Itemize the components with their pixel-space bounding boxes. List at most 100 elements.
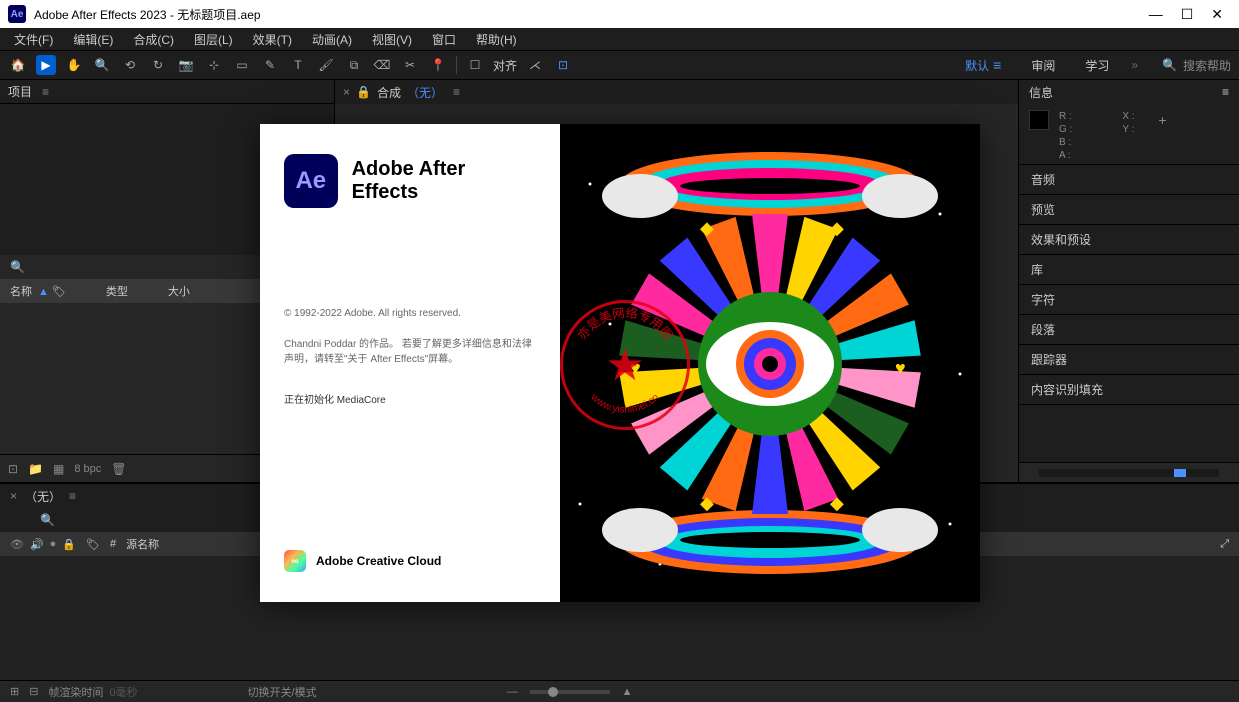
bpc-label[interactable]: 8 bpc <box>74 463 101 475</box>
info-panel: 信息 ≡ R : G : B : A : X : Y : + <box>1019 80 1239 165</box>
workspace-default[interactable]: 默认 <box>957 55 1009 76</box>
splash-title: Adobe After Effects <box>352 158 536 204</box>
panel-preview[interactable]: 预览 <box>1019 195 1239 225</box>
panel-menu-icon[interactable]: ≡ <box>42 85 49 99</box>
panel-audio[interactable]: 音频 <box>1019 165 1239 195</box>
right-panel-scroll[interactable] <box>1019 462 1239 482</box>
lock-icon[interactable]: 🔒 <box>356 85 371 99</box>
text-tool-icon[interactable]: T <box>288 55 308 75</box>
comp-panel-title: 合成 <box>377 84 401 101</box>
menu-effect[interactable]: 效果(T) <box>245 29 300 50</box>
expand-icon[interactable]: ⤢ <box>1220 538 1229 551</box>
menu-animation[interactable]: 动画(A) <box>304 29 360 50</box>
brush-tool-icon[interactable]: 🖌 <box>316 55 336 75</box>
frame-render-ms: 0毫秒 <box>109 684 137 700</box>
panel-tracker[interactable]: 跟踪器 <box>1019 345 1239 375</box>
workspace-learn[interactable]: 学习 <box>1077 55 1117 76</box>
col-name[interactable]: 名称▲ 🏷 <box>10 283 66 299</box>
svg-text:亦是美网络专用图: 亦是美网络专用图 <box>574 305 675 342</box>
zoom-tool-icon[interactable]: 🔍 <box>92 55 112 75</box>
toolbar-divider <box>456 56 457 74</box>
window-titlebar: Ae Adobe After Effects 2023 - 无标题项目.aep … <box>0 0 1239 28</box>
folder-icon[interactable]: 📁 <box>28 462 43 476</box>
eye-icon[interactable]: 👁 <box>10 538 24 551</box>
creative-cloud-logo-icon: ∞ <box>284 550 306 572</box>
color-swatch <box>1029 110 1049 130</box>
menu-view[interactable]: 视图(V) <box>364 29 420 50</box>
interpret-icon[interactable]: ⊡ <box>8 462 18 476</box>
selection-tool-icon[interactable]: ▶ <box>36 55 56 75</box>
rgba-readout: R : G : B : A : <box>1059 110 1072 158</box>
info-panel-title[interactable]: 信息 <box>1029 84 1053 101</box>
clone-tool-icon[interactable]: ⧉ <box>344 55 364 75</box>
solo-icon[interactable]: ● <box>50 538 57 551</box>
crosshair-icon: + <box>1158 114 1166 127</box>
menu-help[interactable]: 帮助(H) <box>468 29 525 50</box>
snap-opt2-icon[interactable]: ⊡ <box>553 55 573 75</box>
roto-tool-icon[interactable]: ✂ <box>400 55 420 75</box>
workspace-more-icon[interactable]: » <box>1131 58 1138 72</box>
panel-effects-presets[interactable]: 效果和预设 <box>1019 225 1239 255</box>
menu-bar: 文件(F) 编辑(E) 合成(C) 图层(L) 效果(T) 动画(A) 视图(V… <box>0 28 1239 50</box>
project-panel-tab[interactable]: 项目 <box>8 83 32 100</box>
eraser-tool-icon[interactable]: ⌫ <box>372 55 392 75</box>
panel-paragraph[interactable]: 段落 <box>1019 315 1239 345</box>
rotate-tool-icon[interactable]: ↻ <box>148 55 168 75</box>
zoom-in-icon[interactable]: ▲ <box>622 686 633 698</box>
menu-window[interactable]: 窗口 <box>424 29 464 50</box>
col-size[interactable]: 大小 <box>168 283 190 299</box>
pen-tool-icon[interactable]: ✎ <box>260 55 280 75</box>
splash-cc-label: Adobe Creative Cloud <box>316 554 441 568</box>
help-search[interactable]: 🔍 搜索帮助 <box>1152 57 1231 74</box>
timeline-none-tab[interactable]: （无） <box>25 488 61 505</box>
snap-label: 对齐 <box>493 57 517 74</box>
toggle-modes-button[interactable]: 切换开关/模式 <box>248 684 317 700</box>
minimize-button[interactable]: — <box>1149 6 1163 23</box>
label-icon[interactable]: 🏷 <box>86 538 100 551</box>
panel-menu-icon[interactable]: ≡ <box>453 85 460 99</box>
timeline-zoom-slider[interactable] <box>530 690 610 694</box>
orbit-tool-icon[interactable]: ⟲ <box>120 55 140 75</box>
snap-box-icon[interactable]: ☐ <box>465 55 485 75</box>
lock-icon[interactable]: 🔒 <box>62 538 76 551</box>
search-icon: 🔍 <box>1162 58 1177 72</box>
window-title: Adobe After Effects 2023 - 无标题项目.aep <box>34 6 1149 23</box>
right-panel-group: 信息 ≡ R : G : B : A : X : Y : + 音频 <box>1019 80 1239 482</box>
panel-character[interactable]: 字符 <box>1019 285 1239 315</box>
workspace-review[interactable]: 审阅 <box>1023 55 1063 76</box>
menu-layer[interactable]: 图层(L) <box>186 29 241 50</box>
snap-opt1-icon[interactable]: ⋌ <box>525 55 545 75</box>
menu-composition[interactable]: 合成(C) <box>125 29 182 50</box>
svg-text:◆: ◆ <box>830 493 844 513</box>
svg-text:◆: ◆ <box>830 218 844 238</box>
hand-tool-icon[interactable]: ✋ <box>64 55 84 75</box>
new-comp-icon[interactable]: ▦ <box>53 462 64 476</box>
puppet-tool-icon[interactable]: 📍 <box>428 55 448 75</box>
panel-menu-icon[interactable]: ≡ <box>1222 85 1229 99</box>
col-type[interactable]: 类型 <box>106 283 128 299</box>
panel-content-aware[interactable]: 内容识别填充 <box>1019 375 1239 405</box>
svg-text:◆: ◆ <box>700 493 714 513</box>
index-col: # <box>110 538 116 550</box>
maximize-button[interactable]: ☐ <box>1181 6 1194 23</box>
rect-tool-icon[interactable]: ▭ <box>232 55 252 75</box>
toggle-switch-icon[interactable]: ⊞ <box>10 685 19 698</box>
home-tool-icon[interactable]: 🏠 <box>8 55 28 75</box>
tool-bar: 🏠 ▶ ✋ 🔍 ⟲ ↻ 📷 ⊹ ▭ ✎ T 🖌 ⧉ ⌫ ✂ 📍 ☐ 对齐 ⋌ ⊡… <box>0 50 1239 80</box>
comp-close-icon[interactable]: × <box>343 85 350 99</box>
timeline-close-icon[interactable]: × <box>10 489 17 503</box>
app-logo-icon: Ae <box>8 5 26 23</box>
panel-menu-icon[interactable]: ≡ <box>69 489 76 503</box>
anchor-tool-icon[interactable]: ⊹ <box>204 55 224 75</box>
camera-tool-icon[interactable]: 📷 <box>176 55 196 75</box>
comp-none-label: （无） <box>407 84 443 101</box>
trash-icon[interactable]: 🗑 <box>111 462 126 476</box>
audio-icon[interactable]: 🔊 <box>30 538 44 551</box>
menu-file[interactable]: 文件(F) <box>6 29 61 50</box>
close-button[interactable]: ✕ <box>1211 6 1223 23</box>
menu-edit[interactable]: 编辑(E) <box>65 29 121 50</box>
panel-library[interactable]: 库 <box>1019 255 1239 285</box>
zoom-out-icon[interactable]: — <box>507 686 518 698</box>
source-name-col[interactable]: 源名称 <box>126 536 159 552</box>
toggle-switch-icon2[interactable]: ⊟ <box>29 685 38 698</box>
